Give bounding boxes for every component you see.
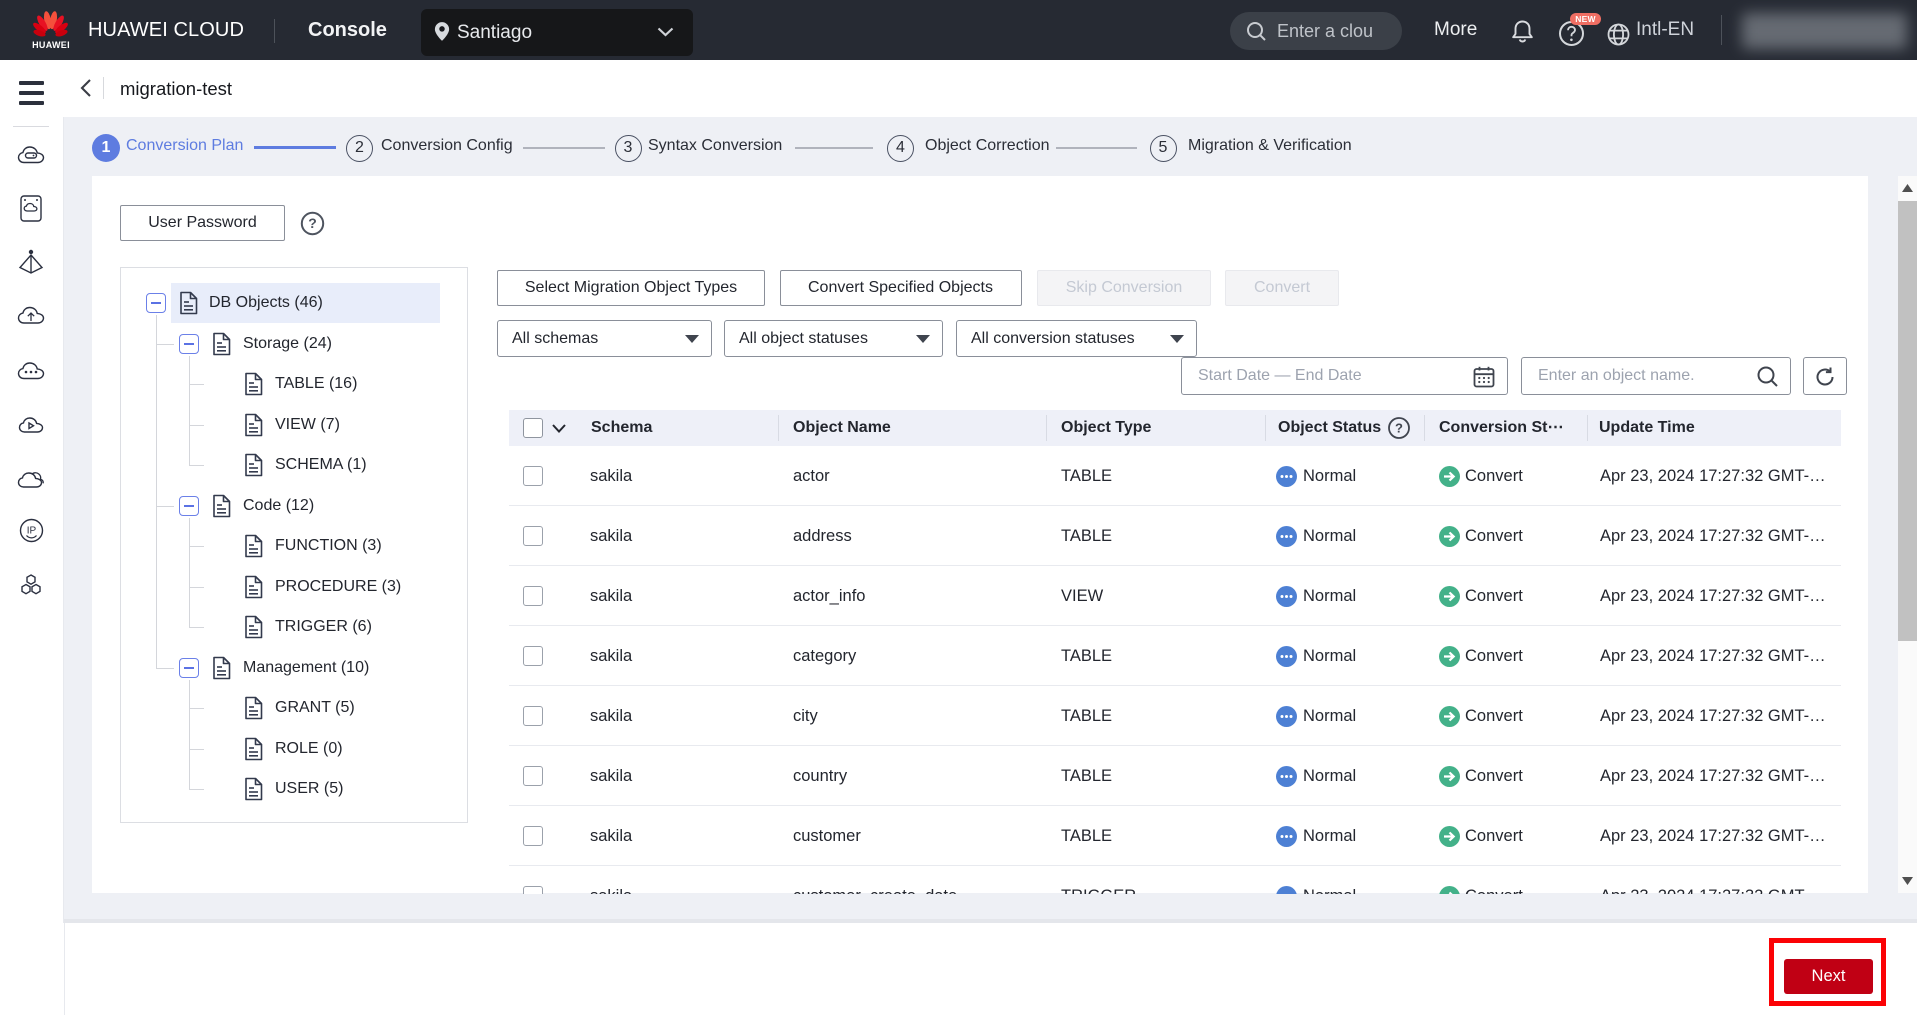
svg-text:?: ? xyxy=(1395,421,1403,436)
svg-text:?: ? xyxy=(308,215,317,231)
svg-text:IP: IP xyxy=(27,526,37,537)
